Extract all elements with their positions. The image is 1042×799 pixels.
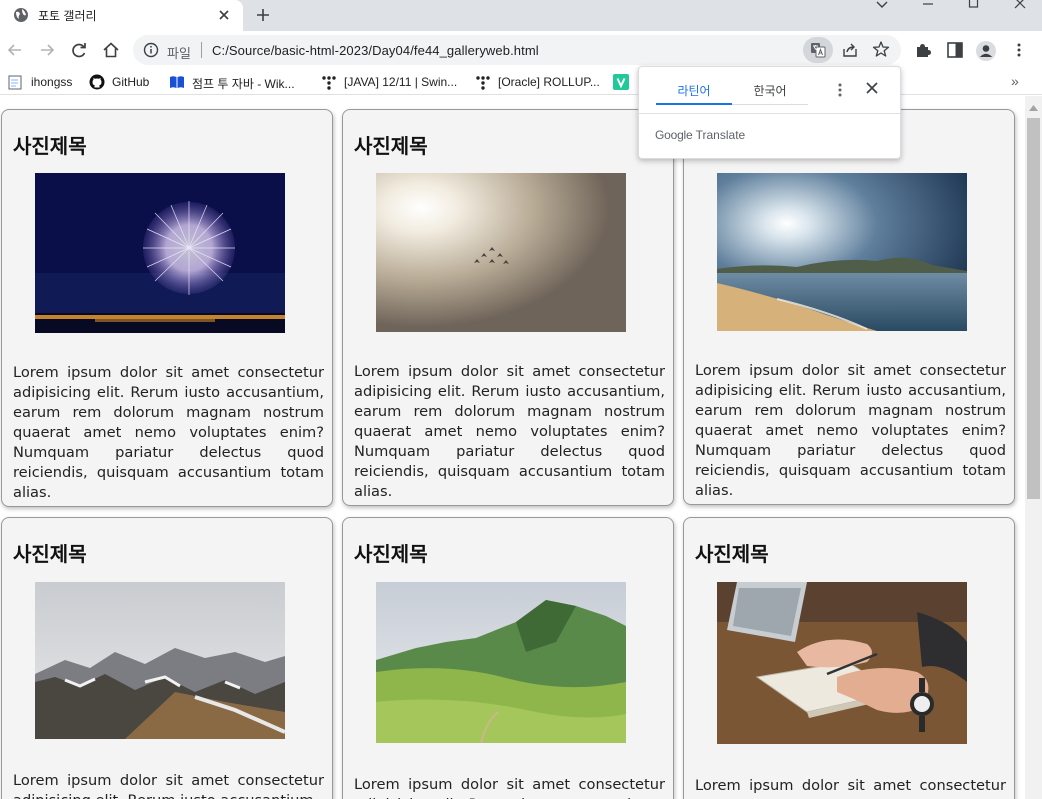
scroll-thumb[interactable] <box>1027 118 1040 499</box>
extensions-icon[interactable] <box>914 41 932 59</box>
card-title: 사진제목 <box>695 542 769 566</box>
bookmark-label: [JAVA] 12/11 | Swin... <box>344 75 458 89</box>
source-language-label: 라틴어 <box>677 84 711 98</box>
translate-icon <box>811 43 826 58</box>
card-image <box>35 582 285 739</box>
card-image <box>717 173 967 331</box>
jets-image <box>376 173 626 332</box>
card-image <box>376 173 626 332</box>
new-tab-icon[interactable] <box>252 4 274 26</box>
card-text: Lorem ipsum dolor sit amet consectetur a… <box>695 777 1006 799</box>
book-icon <box>170 76 184 88</box>
more-menu-icon[interactable] <box>1010 41 1028 59</box>
translate-page-button[interactable] <box>803 37 833 63</box>
card-image <box>35 173 285 333</box>
translate-popup: 라틴어 한국어 Google Translate <box>638 66 901 159</box>
card-image <box>376 582 626 743</box>
brand-google: Google <box>655 128 693 142</box>
target-language-label: 한국어 <box>753 84 787 98</box>
tab-close-icon[interactable] <box>214 5 234 25</box>
laptop-image <box>717 582 967 744</box>
bookmark-label: ihongss <box>31 75 73 89</box>
share-icon[interactable] <box>841 41 859 59</box>
gallery-card: 사진제목 Lorem ipsum dolor sit amet consecte… <box>1 517 333 799</box>
translate-close-icon[interactable] <box>865 81 879 95</box>
profile-avatar-icon[interactable] <box>976 41 996 61</box>
card-text: Lorem ipsum dolor sit amet consectetur a… <box>13 772 324 799</box>
page-icon <box>8 75 22 90</box>
tistory-icon <box>322 76 336 90</box>
scroll-up-icon[interactable] <box>1029 105 1038 111</box>
address-bar[interactable]: 파일 C:/Source/basic-html-2023/Day04/fe44_… <box>133 35 901 65</box>
url-separator <box>201 42 202 58</box>
back-icon[interactable] <box>4 39 26 61</box>
close-window-button[interactable] <box>996 0 1042 14</box>
gallery-card: 사진제목 Lorem ipsum dolor sit amet consecte… <box>342 109 674 506</box>
home-icon[interactable] <box>100 39 122 61</box>
fireworks-image <box>35 173 285 333</box>
tistory-icon <box>476 76 490 90</box>
bookmark-label: GitHub <box>112 75 150 89</box>
translate-options-icon[interactable] <box>835 81 845 99</box>
globe-icon <box>14 8 28 22</box>
gallery-card: 사진제목 Lorem ipsum dolor sit amet consecte… <box>683 517 1015 799</box>
mountain-image <box>35 582 285 739</box>
bookmark-label: 점프 투 자바 - Wik... <box>192 77 295 91</box>
maximize-button[interactable] <box>950 0 996 14</box>
beach-image <box>717 173 967 331</box>
tab-source-language[interactable]: 라틴어 <box>656 77 732 105</box>
bookmark-star-icon[interactable] <box>872 40 890 58</box>
card-title: 사진제목 <box>354 542 428 566</box>
gallery-card: Lorem ipsum dolor sit amet consectetur a… <box>683 109 1015 505</box>
info-icon[interactable] <box>143 42 159 58</box>
bookmarks-overflow-button[interactable]: » <box>1011 73 1019 89</box>
card-title: 사진제목 <box>354 134 428 158</box>
gallery-card: 사진제목 Lorem ipsum dolor sit amet consecte… <box>342 517 674 799</box>
page-viewport: 사진제목 Lorem ipsum dolor sit amet consecte… <box>0 96 1025 799</box>
minimize-button[interactable] <box>904 0 950 14</box>
brand-translate: Translate <box>695 128 746 142</box>
forward-icon[interactable] <box>36 39 58 61</box>
tab-title: 포토 갤러리 <box>38 9 97 23</box>
github-icon <box>89 74 105 90</box>
tab-search-button[interactable] <box>858 0 904 14</box>
side-panel-icon[interactable] <box>946 41 964 59</box>
gallery-card: 사진제목 Lorem ipsum dolor sit amet consecte… <box>1 109 333 507</box>
bookmark-label: [Oracle] ROLLUP... <box>498 75 600 89</box>
url-text[interactable]: C:/Source/basic-html-2023/Day04/fe44_gal… <box>212 43 539 58</box>
browser-toolbar: 파일 C:/Source/basic-html-2023/Day04/fe44_… <box>0 31 1042 69</box>
popup-divider <box>639 113 900 114</box>
google-translate-brand: Google Translate <box>655 128 745 142</box>
card-title: 사진제목 <box>13 134 87 158</box>
hills-image <box>376 582 626 743</box>
active-tab[interactable]: 포토 갤러리 <box>0 0 243 31</box>
card-title: 사진제목 <box>13 542 87 566</box>
minimize-icon <box>923 3 933 5</box>
card-text: Lorem ipsum dolor sit amet consectetur a… <box>695 362 1006 499</box>
close-icon <box>1014 0 1026 9</box>
tab-target-language[interactable]: 한국어 <box>732 77 808 105</box>
active-tab-underline <box>656 103 732 105</box>
tab-strip: 포토 갤러리 <box>0 0 1042 31</box>
card-image <box>717 582 967 744</box>
page-scrollbar[interactable] <box>1025 96 1042 799</box>
card-text: Lorem ipsum dolor sit amet consectetur a… <box>354 363 665 500</box>
chevron-down-icon <box>876 1 888 8</box>
reload-icon[interactable] <box>68 39 90 61</box>
card-text: Lorem ipsum dolor sit amet consectetur a… <box>13 364 324 501</box>
v-icon <box>613 74 629 90</box>
card-text: Lorem ipsum dolor sit amet consectetur a… <box>354 776 665 799</box>
url-scheme-label: 파일 <box>167 46 191 61</box>
maximize-icon <box>968 0 979 8</box>
